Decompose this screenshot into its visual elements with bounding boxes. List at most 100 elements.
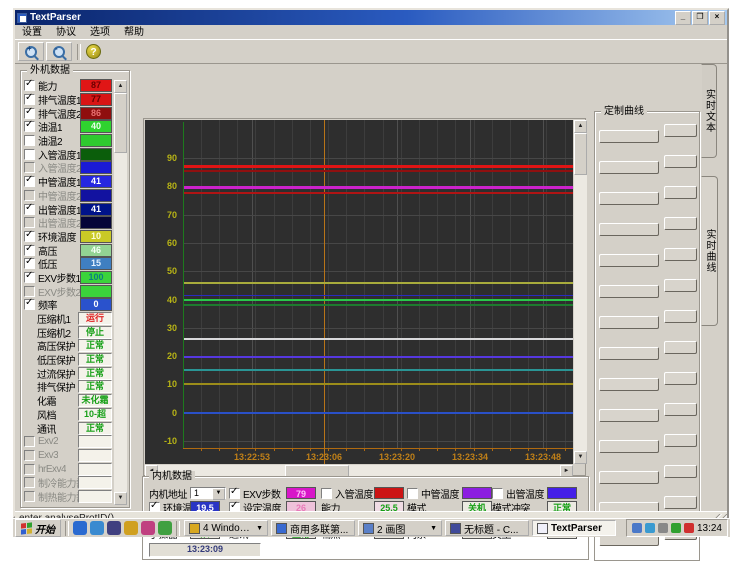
custom-curve-value-slot[interactable] (664, 465, 697, 478)
scroll-thumb[interactable] (114, 93, 127, 153)
outlook-icon[interactable] (90, 521, 104, 535)
custom-curve-slot[interactable] (599, 161, 659, 174)
media-player-icon[interactable] (107, 521, 121, 535)
indoor-value-badge: 79 (286, 487, 316, 499)
zoom-out-button[interactable]: - (46, 42, 72, 61)
checkbox[interactable] (24, 217, 35, 228)
checkbox[interactable] (24, 272, 35, 283)
chart-plot-area[interactable]: 9080706050403020100-1013:22:5313:23:0613… (145, 120, 573, 464)
custom-curve-value-slot[interactable] (664, 186, 697, 199)
volume-icon[interactable] (632, 523, 642, 533)
restore-button[interactable]: ❐ (692, 11, 708, 25)
value-field: 正常 (78, 353, 112, 366)
ie-icon[interactable] (73, 521, 87, 535)
task-button-商用多联第...[interactable]: 商用多联第... (271, 520, 355, 536)
minimize-button[interactable]: _ (675, 11, 691, 25)
checkbox[interactable] (24, 477, 35, 488)
checkbox[interactable] (24, 436, 35, 447)
start-button[interactable]: 开始 (15, 519, 61, 537)
custom-curve-slot[interactable] (599, 223, 659, 236)
checkbox[interactable] (24, 299, 35, 310)
custom-curve-slot[interactable] (599, 130, 659, 143)
messenger-icon[interactable] (141, 521, 155, 535)
chevron-down-icon[interactable]: ▼ (212, 488, 225, 500)
checkbox[interactable] (24, 231, 35, 242)
checkbox[interactable] (24, 464, 35, 475)
help-button[interactable]: ? (86, 44, 101, 59)
custom-curve-value-slot[interactable] (664, 341, 697, 354)
indoor-address-dropdown[interactable]: 1▼ (190, 487, 226, 499)
checkbox[interactable] (24, 176, 35, 187)
checkbox[interactable] (24, 162, 35, 173)
checkbox[interactable] (407, 488, 418, 499)
scroll-up-button[interactable]: ▲ (574, 120, 587, 133)
checkbox[interactable] (24, 149, 35, 160)
y-axis-label: 70 (145, 210, 177, 220)
custom-curve-slot[interactable] (599, 254, 659, 267)
custom-curve-value-slot[interactable] (664, 496, 697, 509)
scroll-down-button[interactable]: ▼ (114, 492, 127, 505)
series-line-入管温度1 (184, 304, 573, 306)
custom-curve-slot[interactable] (599, 347, 659, 360)
outdoor-panel-scrollbar[interactable]: ▲▼ (114, 80, 127, 505)
series-line-排气温度1 (184, 192, 573, 194)
custom-curve-slot[interactable] (599, 285, 659, 298)
custom-curve-slot[interactable] (599, 378, 659, 391)
custom-curve-slot[interactable] (599, 409, 659, 422)
alarm-icon[interactable] (684, 523, 694, 533)
custom-curve-slot[interactable] (599, 192, 659, 205)
menu-item-设置[interactable]: 设置 (15, 26, 49, 39)
checkbox[interactable] (24, 450, 35, 461)
show-desktop-icon[interactable] (158, 521, 172, 535)
checkbox[interactable] (24, 94, 35, 105)
label-text: EXV步数 (243, 486, 281, 501)
checkbox[interactable] (24, 135, 35, 146)
checkbox[interactable] (492, 488, 503, 499)
folder-icon[interactable] (124, 521, 138, 535)
scroll-up-button[interactable]: ▲ (114, 80, 127, 93)
checkbox[interactable] (229, 488, 240, 499)
label-text: 出管温度 (506, 486, 544, 501)
custom-curve-slot[interactable] (599, 316, 659, 329)
side-tab-实时文本[interactable]: 实时文本 (701, 64, 717, 158)
checkbox[interactable] (24, 491, 35, 502)
custom-curve-slot[interactable] (599, 471, 659, 484)
custom-curve-value-slot[interactable] (664, 310, 697, 323)
antivirus-icon[interactable] (671, 523, 681, 533)
checkbox[interactable] (24, 80, 35, 91)
custom-curve-value-slot[interactable] (664, 434, 697, 447)
checkbox[interactable] (24, 286, 35, 297)
outdoor-data-row: 低压保护正常 (24, 353, 112, 367)
task-button-4 Windows ...[interactable]: 4 Windows ...▼ (184, 520, 268, 536)
chart-vertical-scrollbar[interactable]: ▲▼ (574, 120, 587, 464)
scroll-down-button[interactable]: ▼ (574, 451, 587, 464)
task-button-TextParser[interactable]: TextParser (532, 520, 616, 536)
network-icon[interactable] (645, 523, 655, 533)
menu-item-协议[interactable]: 协议 (49, 26, 83, 39)
custom-curve-value-slot[interactable] (664, 372, 697, 385)
custom-curve-value-slot[interactable] (664, 279, 697, 292)
scroll-thumb[interactable] (574, 133, 587, 175)
dots-icon[interactable] (658, 523, 668, 533)
task-button-无标题 - C...[interactable]: 无标题 - C... (445, 520, 529, 536)
checkbox[interactable] (321, 488, 332, 499)
custom-curve-value-slot[interactable] (664, 403, 697, 416)
menu-item-帮助[interactable]: 帮助 (117, 26, 151, 39)
checkbox[interactable] (24, 204, 35, 215)
checkbox[interactable] (24, 190, 35, 201)
custom-curve-value-slot[interactable] (664, 155, 697, 168)
custom-curve-value-slot[interactable] (664, 248, 697, 261)
title-bar[interactable]: TextParser _ ❐ × (15, 10, 727, 25)
zoom-in-button[interactable]: + (18, 42, 44, 61)
close-button[interactable]: × (709, 11, 725, 25)
task-button-2 画图[interactable]: 2 画图▼ (358, 520, 442, 536)
checkbox[interactable] (24, 108, 35, 119)
checkbox[interactable] (24, 121, 35, 132)
menu-item-选项[interactable]: 选项 (83, 26, 117, 39)
custom-curve-value-slot[interactable] (664, 217, 697, 230)
custom-curve-slot[interactable] (599, 440, 659, 453)
checkbox[interactable] (24, 245, 35, 256)
side-tab-实时曲线[interactable]: 实时曲线 (701, 176, 718, 326)
checkbox[interactable] (24, 258, 35, 269)
custom-curve-value-slot[interactable] (664, 124, 697, 137)
